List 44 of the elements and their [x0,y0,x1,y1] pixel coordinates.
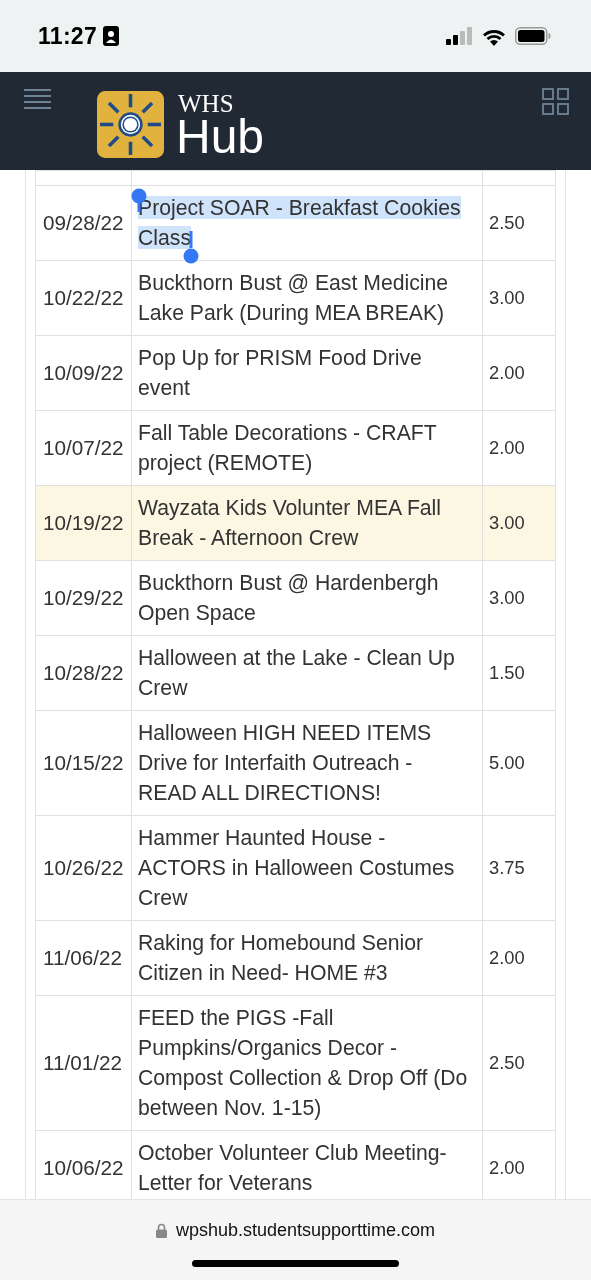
title-cell: Fall Table Decorations - CRAFT project (REMOTE) [131,410,483,486]
hours-cell: 2.00 [482,920,556,996]
title-cell: Pop Up for PRISM Food Drive event [131,335,483,411]
status-time: 11:27 [38,22,98,50]
date-cell: 10/26/22 [35,815,132,921]
lock-icon [155,1223,167,1238]
hours-cell: 3.00 [482,260,556,336]
battery-icon [515,27,551,45]
hours-cell: 3.00 [482,560,556,636]
hours-cell: 1.50 [482,635,556,711]
hours-cell: 5.00 [482,710,556,816]
date-cell: 10/09/22 [35,335,132,411]
hours-cell: 2.00 [482,410,556,486]
apps-grid-button[interactable] [542,88,569,115]
title-cell: Raking for Homebound Senior Citizen in Need- HOME #3 [131,920,483,996]
hours-cell: 3.75 [482,815,556,921]
date-cell: 11/01/22 [35,995,132,1131]
date-cell: 09/28/22 [35,185,132,261]
hours-cell: 2.50 [482,995,556,1131]
date-cell: 10/19/22 [35,485,132,561]
signal-icon [446,27,473,45]
date-cell: 10/28/22 [35,635,132,711]
date-cell: 10/07/22 [35,410,132,486]
title-cell: Buckthorn Bust @ Hardenbergh Open Space [131,560,483,636]
hours-cell: 3.00 [482,485,556,561]
menu-button[interactable] [24,88,51,110]
logo-text: Hub [176,115,265,158]
logo-text: WHS [178,91,235,116]
title-cell: FEED the PIGS -Fall Pumpkins/Organics Decor - Compost Collection & Drop Off (Do between Nov. 1-15) [131,995,483,1131]
title-cell: Halloween at the Lake - Clean Up Crew [131,635,483,711]
id-card-icon [103,26,120,46]
title-cell: Halloween HIGH NEED ITEMS Drive for Interfaith Outreach - READ ALL DIRECTIONS! [131,710,483,816]
title-cell: Buckthorn Bust @ East Medicine Lake Park (During MEA BREAK) [131,260,483,336]
date-cell: 10/29/22 [35,560,132,636]
title-cell: Hammer Haunted House - ACTORS in Halloween Costumes Crew [131,815,483,921]
hours-cell: 2.00 [482,335,556,411]
url-text[interactable]: wpshub.studentsupporttime.com [175,1220,436,1241]
hours-cell: 2.50 [482,185,556,261]
title-cell: Wayzata Kids Volunter MEA Fall Break - Afternoon Crew [131,485,483,561]
date-cell: 10/22/22 [35,260,132,336]
sun-logo-icon [97,91,164,158]
selected-text: Project SOAR - Breakfast Cookies Class [138,195,462,251]
date-cell: 10/15/22 [35,710,132,816]
date-cell: 11/06/22 [35,920,132,996]
